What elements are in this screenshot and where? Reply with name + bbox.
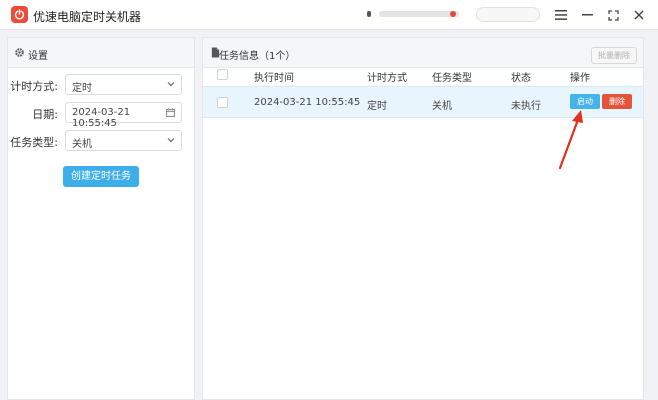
chevron-down-icon [167, 82, 175, 87]
blurred-header-item [450, 11, 456, 17]
row-type: 关机 [432, 101, 452, 112]
date-input[interactable]: 2024-03-21 10:55:45 [65, 102, 182, 129]
select-all-checkbox[interactable] [217, 69, 228, 80]
row-status: 未执行 [511, 101, 541, 112]
blurred-header-item [379, 11, 459, 17]
column-header-type: 任务类型 [432, 73, 472, 84]
app-title: 优速电脑定时关机器 [33, 10, 142, 24]
calendar-icon [166, 108, 175, 117]
task-type-label: 任务类型: [10, 136, 58, 149]
row-mode: 定时 [367, 101, 387, 112]
row-time: 2024-03-21 10:55:45 [254, 97, 361, 108]
delete-button[interactable]: 删除 [602, 94, 632, 109]
minimize-icon[interactable] [576, 4, 598, 26]
settings-header: 设置 [8, 38, 194, 68]
task-title: 任务信息（1个） [219, 51, 296, 62]
column-header-time: 执行时间 [254, 73, 294, 84]
column-header-action: 操作 [570, 73, 590, 84]
column-header-mode: 计时方式 [367, 73, 407, 84]
task-type-select[interactable]: 关机 [65, 130, 182, 151]
timing-label: 计时方式: [10, 80, 58, 93]
settings-title: 设置 [28, 51, 48, 62]
timing-value: 定时 [72, 83, 92, 94]
create-task-button[interactable]: 创建定时任务 [63, 166, 139, 187]
chevron-down-icon [167, 138, 175, 143]
annotation-arrow [558, 110, 583, 170]
task-type-value: 关机 [72, 139, 92, 150]
close-icon[interactable] [628, 4, 650, 26]
title-bar: 优速电脑定时关机器 [0, 0, 658, 30]
blurred-header-pill[interactable] [476, 7, 540, 22]
power-icon [11, 6, 28, 23]
batch-delete-button[interactable]: 批量删除 [591, 47, 637, 64]
blurred-header-item [367, 11, 371, 17]
timing-select[interactable]: 定时 [65, 74, 182, 95]
gear-icon [15, 48, 24, 57]
hamburger-icon[interactable] [550, 4, 572, 26]
column-header-status: 状态 [511, 73, 531, 84]
fullscreen-icon[interactable] [602, 4, 624, 26]
task-header: 任务信息（1个） 批量删除 [203, 38, 643, 68]
date-label: 日期: [32, 108, 58, 121]
row-checkbox[interactable] [217, 97, 228, 108]
